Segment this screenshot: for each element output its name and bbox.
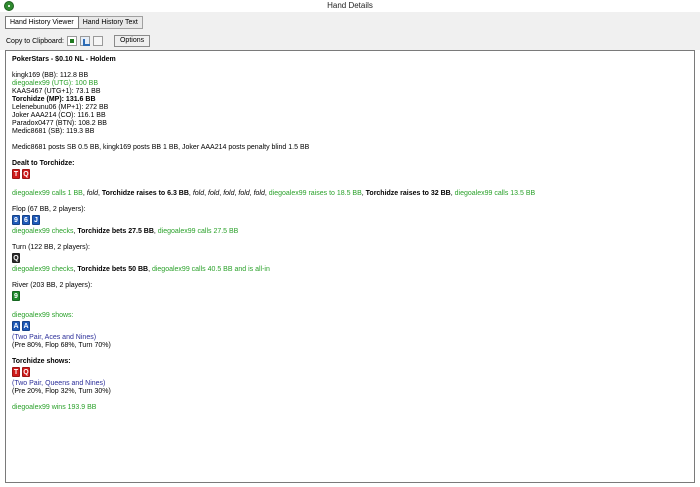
player-line: Joker AAA214 (CO): 116.1 BB [12, 112, 106, 119]
title-bar: Hand Details [0, 0, 700, 12]
blinds-line: Medic8681 posts SB 0.5 BB, kingk169 post… [12, 144, 310, 151]
showdown-label: Torchidze shows: [12, 358, 71, 365]
showdown-odds: (Pre 20%, Flop 32%, Turn 30%) [12, 388, 111, 395]
hole-cards: T Q [12, 169, 690, 181]
showdown-odds: (Pre 80%, Flop 68%, Turn 70%) [12, 342, 111, 349]
card: 9 [12, 291, 20, 301]
turn-cards: Q [12, 253, 690, 265]
river-cards: 9 [12, 291, 690, 303]
plain-copy-icon[interactable] [92, 36, 103, 46]
card: Q [22, 169, 30, 179]
flop-actions: diegoalex99 checks, Torchidze bets 27.5 … [12, 228, 239, 235]
player-line: KAAS467 (UTG+1): 73.1 BB [12, 88, 101, 95]
player-list: kingk169 (BB): 112.8 BB diegoalex99 (UTG… [12, 72, 690, 136]
card: A [22, 321, 30, 331]
flop-cards: 9 6 J [12, 215, 690, 227]
player-line: Torchidze (MP): 131.6 BB [12, 96, 96, 103]
player-line: kingk169 (BB): 112.8 BB [12, 72, 89, 79]
view-tabs: Hand History Viewer Hand History Text [5, 16, 143, 29]
player-line: Medic8681 (SB): 119.3 BB [12, 128, 95, 135]
card: 9 [12, 215, 20, 225]
flop-label: Flop (67 BB, 2 players): [12, 206, 86, 213]
showdown-hand: (Two Pair, Aces and Nines) [12, 334, 97, 341]
card: T [12, 169, 20, 179]
card: J [32, 215, 40, 225]
showdown-hand: (Two Pair, Queens and Nines) [12, 380, 106, 387]
card: A [12, 321, 20, 331]
formatted-copy-icon[interactable] [79, 36, 90, 46]
tab-hand-history-viewer[interactable]: Hand History Viewer [5, 16, 79, 29]
player-line: Paradox0477 (BTN): 108.2 BB [12, 120, 107, 127]
preflop-actions: diegoalex99 calls 1 BB, fold, Torchidze … [12, 190, 536, 197]
showdown-cards: A A [12, 321, 690, 333]
card: 6 [22, 215, 30, 225]
player-line: diegoalex99 (UTG): 100 BB [12, 80, 98, 87]
showdown-label: diegoalex99 shows: [12, 312, 74, 319]
tab-hand-history-text[interactable]: Hand History Text [78, 16, 143, 29]
hand-history-panel[interactable]: PokerStars - $0.10 NL - Holdem kingk169 … [5, 50, 695, 483]
copy-to-clipboard-label: Copy to Clipboard: [6, 37, 64, 45]
hand-header: PokerStars - $0.10 NL - Holdem [12, 56, 116, 63]
card: T [12, 367, 20, 377]
showdown-cards: T Q [12, 367, 690, 379]
toolbar: Hand History Viewer Hand History Text Co… [0, 12, 700, 50]
image-copy-icon[interactable] [66, 36, 77, 46]
clipboard-row: Copy to Clipboard: Options [6, 35, 151, 47]
card: Q [22, 367, 30, 377]
result-line: diegoalex99 wins 193.9 BB [12, 404, 97, 411]
hand-history-text: PokerStars - $0.10 NL - Holdem kingk169 … [12, 56, 690, 412]
card: Q [12, 253, 20, 263]
turn-label: Turn (122 BB, 2 players): [12, 244, 90, 251]
dealt-label: Dealt to Torchidze: [12, 160, 75, 167]
options-button[interactable]: Options [113, 35, 151, 47]
player-line: Lelenebunu06 (MP+1): 272 BB [12, 104, 109, 111]
turn-actions: diegoalex99 checks, Torchidze bets 50 BB… [12, 266, 270, 273]
window-title: Hand Details [327, 1, 373, 10]
river-label: River (203 BB, 2 players): [12, 282, 93, 289]
